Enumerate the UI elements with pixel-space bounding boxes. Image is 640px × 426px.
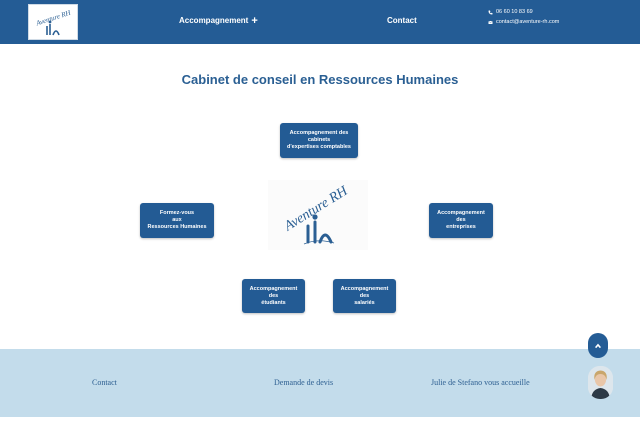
nav-accompagnement[interactable]: Accompagnement + <box>179 14 258 27</box>
footer-devis-link[interactable]: Demande de devis <box>274 378 333 387</box>
page-title: Cabinet de conseil en Ressources Humaine… <box>181 72 459 87</box>
email-address: contact@aventure-rh.com <box>496 19 560 25</box>
person-avatar-icon <box>588 366 613 399</box>
scroll-to-top-button[interactable] <box>588 333 608 358</box>
service-line: étudiants <box>261 299 286 306</box>
service-entreprises-button[interactable]: Accompagnement des entreprises <box>429 203 493 238</box>
service-line: des <box>456 217 466 223</box>
plus-icon: + <box>251 14 258 27</box>
service-line: salariés <box>354 299 375 306</box>
site-footer: Contact Demande de devis Julie de Stefan… <box>0 349 640 417</box>
service-line: Ressources Humaines <box>147 224 207 230</box>
nav-contact[interactable]: Contact <box>387 16 417 25</box>
service-line: Accompagnement des <box>289 130 349 136</box>
service-line: aux <box>172 217 182 223</box>
service-line: entreprises <box>446 224 476 230</box>
service-formez-vous-button[interactable]: Formez-vous aux Ressources Humaines <box>140 203 214 238</box>
service-line: Accompagnement <box>249 285 298 292</box>
header-phone[interactable]: 06 60 10 83 69 <box>488 9 533 15</box>
site-header: Aventure RH Accompagnement + Contact 06 … <box>0 0 640 44</box>
service-line: des <box>359 292 370 299</box>
service-line: Accompagnement <box>437 210 485 216</box>
nav-contact-label: Contact <box>387 16 417 25</box>
footer-julie-link[interactable]: Julie de Stefano vous accueille <box>431 378 530 387</box>
service-line: Formez-vous <box>159 210 195 216</box>
phone-icon <box>488 10 493 14</box>
service-etudiants-button[interactable]: Accompagnement des étudiants <box>242 279 305 313</box>
service-line: cabinets <box>307 137 331 143</box>
avatar[interactable] <box>588 366 613 399</box>
service-line: d'expertises comptables <box>287 144 351 150</box>
service-cabinets-comptables-button[interactable]: Accompagnement des cabinets d'expertises… <box>280 123 358 158</box>
service-line: Accompagnement <box>340 285 389 292</box>
chevron-up-icon <box>594 343 602 348</box>
center-logo: Aventure RH <box>268 180 368 250</box>
service-line: des <box>268 292 279 299</box>
nav-accompagnement-label: Accompagnement <box>179 16 249 25</box>
header-email[interactable]: contact@aventure-rh.com <box>488 19 559 25</box>
footer-contact-link[interactable]: Contact <box>92 378 117 387</box>
site-logo[interactable]: Aventure RH <box>28 4 78 40</box>
service-salaries-button[interactable]: Accompagnement des salariés <box>333 279 396 313</box>
envelope-icon <box>488 20 493 24</box>
phone-number: 06 60 10 83 69 <box>496 9 533 15</box>
logo-wordmark: Aventure RH <box>34 8 72 27</box>
